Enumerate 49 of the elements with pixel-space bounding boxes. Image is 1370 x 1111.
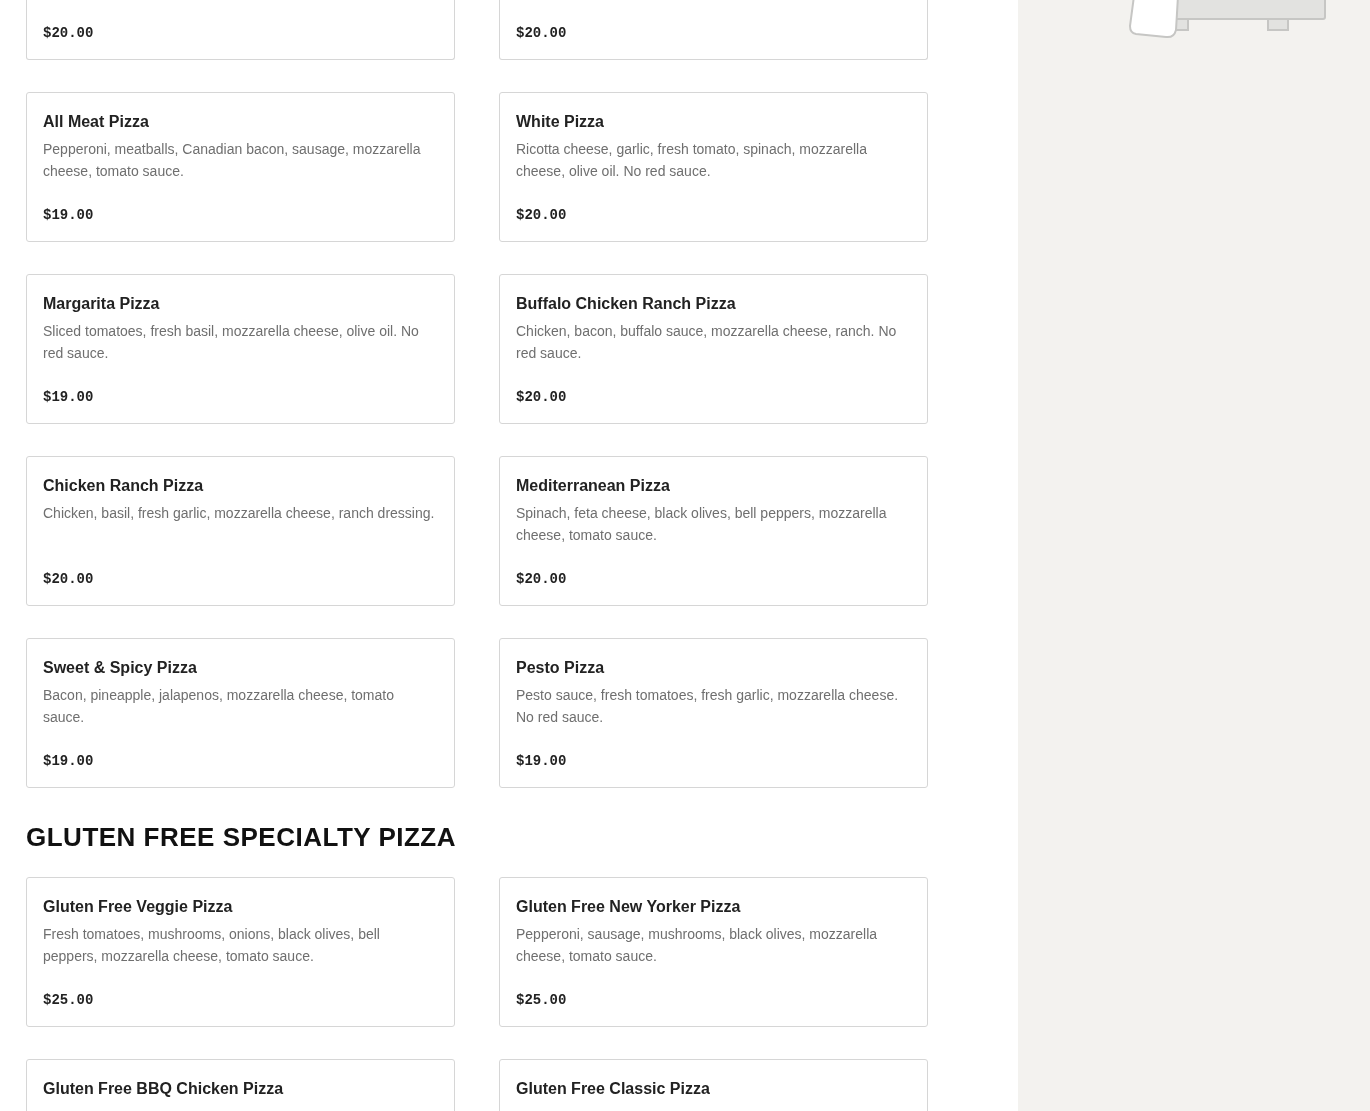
item-description: Pesto sauce, fresh tomatoes, fresh garlic, mozzarella cheese. No red sauce. — [516, 686, 900, 727]
item-price: $25.00 — [43, 991, 95, 1010]
menu-item-card[interactable]: Gluten Free New Yorker Pizza Pepperoni, sausage, mushrooms, black olives, mozzarella cheese, tomato sauce. $25.00 — [499, 877, 928, 1027]
item-price: $20.00 — [43, 24, 95, 43]
item-price: $19.00 — [43, 752, 95, 771]
item-name: Margarita Pizza — [43, 294, 161, 314]
menu-item-card[interactable]: Margarita Pizza Sliced tomatoes, fresh basil, mozzarella cheese, olive oil. No red sauce. $19.00 — [26, 274, 455, 424]
item-name: Gluten Free Veggie Pizza — [43, 897, 234, 917]
item-price: $19.00 — [516, 752, 568, 771]
item-description: Pepperoni, meatballs, Canadian bacon, sausage, mozzarella cheese, tomato sauce. — [43, 140, 422, 181]
item-price: $19.00 — [43, 206, 95, 225]
item-price: $20.00 — [516, 24, 568, 43]
item-price: $20.00 — [516, 388, 568, 407]
item-name: Sweet & Spicy Pizza — [43, 658, 198, 678]
item-description: Chicken, basil, fresh garlic, mozzarella cheese, ranch dressing. — [43, 504, 436, 523]
item-name: Mediterranean Pizza — [516, 476, 671, 496]
item-name: Gluten Free New Yorker Pizza — [516, 897, 742, 917]
menu-item-card[interactable]: Chicken Ranch Pizza Chicken, basil, fresh garlic, mozzarella cheese, ranch dressing. $20.00 — [26, 456, 455, 606]
item-name: All Meat Pizza — [43, 112, 150, 132]
item-description: Pepperoni, sausage, mushrooms, black olives, mozzarella cheese, tomato sauce. — [516, 925, 879, 966]
item-name: Buffalo Chicken Ranch Pizza — [516, 294, 737, 314]
menu-item-card[interactable]: $20.00 — [499, 0, 928, 60]
item-price: $20.00 — [43, 570, 95, 589]
item-price: $20.00 — [516, 206, 568, 225]
item-description: Bacon, pineapple, jalapenos, mozzarella cheese, tomato sauce. — [43, 686, 395, 727]
menu-item-card[interactable]: Sweet & Spicy Pizza Bacon, pineapple, jalapenos, mozzarella cheese, tomato sauce. $19.00 — [26, 638, 455, 788]
item-price: $20.00 — [516, 570, 568, 589]
item-description: Sliced tomatoes, fresh basil, mozzarella cheese, olive oil. No red sauce. — [43, 322, 420, 363]
item-name: Gluten Free Classic Pizza — [516, 1079, 711, 1099]
menu-item-card[interactable]: Gluten Free BBQ Chicken Pizza — [26, 1059, 455, 1111]
menu-item-card[interactable]: All Meat Pizza Pepperoni, meatballs, Canadian bacon, sausage, mozzarella cheese, tomato sauce. $19.00 — [26, 92, 455, 242]
item-description: Ricotta cheese, garlic, fresh tomato, spinach, mozzarella cheese, olive oil. No red sauce. — [516, 140, 868, 181]
menu-item-card[interactable]: Buffalo Chicken Ranch Pizza Chicken, bacon, buffalo sauce, mozzarella cheese, ranch. No red sauce. $20.00 — [499, 274, 928, 424]
item-description: Spinach, feta cheese, black olives, bell peppers, mozzarella cheese, tomato sauce. — [516, 504, 888, 545]
menu-item-card[interactable]: Gluten Free Classic Pizza — [499, 1059, 928, 1111]
menu-item-card[interactable]: $20.00 — [26, 0, 455, 60]
item-price: $19.00 — [43, 388, 95, 407]
menu-item-card[interactable]: Pesto Pizza Pesto sauce, fresh tomatoes, fresh garlic, mozzarella cheese. No red sauce. $19.00 — [499, 638, 928, 788]
item-name: Pesto Pizza — [516, 658, 606, 678]
item-name: Chicken Ranch Pizza — [43, 476, 205, 496]
menu-item-card[interactable]: Mediterranean Pizza Spinach, feta cheese, black olives, bell peppers, mozzarella cheese, tomato sauce. $20.00 — [499, 456, 928, 606]
item-price: $25.00 — [516, 991, 568, 1010]
menu-item-card[interactable]: White Pizza Ricotta cheese, garlic, fresh tomato, spinach, mozzarella cheese, olive oil. No red sauce. $20.00 — [499, 92, 928, 242]
item-name: Gluten Free BBQ Chicken Pizza — [43, 1079, 285, 1099]
item-description: Fresh tomatoes, mushrooms, onions, black olives, bell peppers, mozzarella cheese, tomato sauce. — [43, 925, 381, 966]
item-description: Chicken, bacon, buffalo sauce, mozzarella cheese, ranch. No red sauce. — [516, 322, 898, 363]
section-heading: GLUTEN FREE SPECIALTY PIZZA — [26, 822, 457, 852]
item-name: White Pizza — [516, 112, 605, 132]
menu-item-card[interactable]: Gluten Free Veggie Pizza Fresh tomatoes, mushrooms, onions, black olives, bell peppers, mozzarella cheese, tomato sauce. $25.00 — [26, 877, 455, 1027]
